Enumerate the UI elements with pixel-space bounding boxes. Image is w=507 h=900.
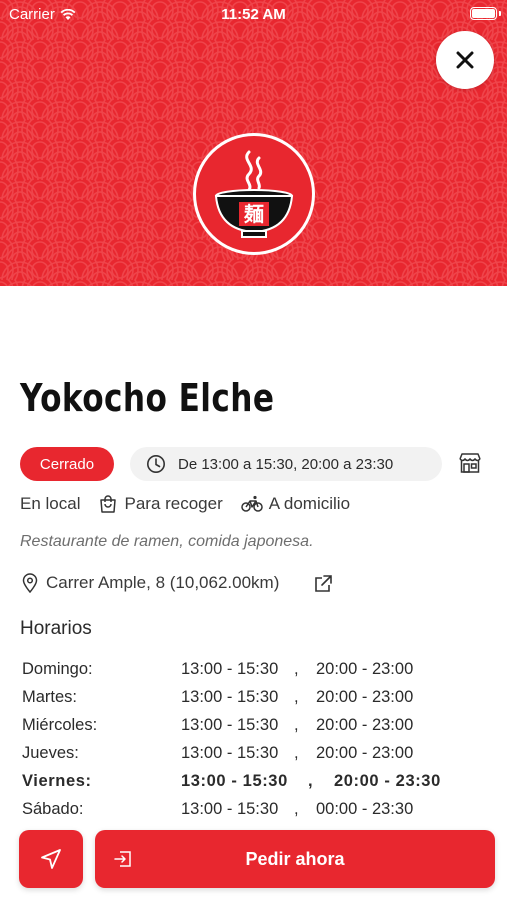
- shopping-bag-icon: [100, 495, 117, 513]
- schedule-separator: ,: [294, 716, 299, 734]
- schedule-day: Jueves:: [22, 744, 79, 762]
- schedule-row: Jueves: 13:00 - 15:30 , 20:00 - 23:00: [22, 741, 492, 769]
- schedule-row-today: Viernes: 13:00 - 15:30 , 20:00 - 23:30: [22, 769, 492, 797]
- order-now-label: Pedir ahora: [245, 848, 345, 869]
- schedule-time-2: 20:00 - 23:00: [316, 688, 414, 706]
- restaurant-name: Yokocho Elche: [20, 376, 275, 420]
- schedule-time-2: 00:00 - 23:30: [316, 800, 414, 818]
- service-label: Para recoger: [124, 494, 223, 513]
- status-badge: Cerrado: [20, 447, 114, 481]
- schedule-time-2: 20:00 - 23:00: [316, 744, 414, 762]
- schedule-day: Viernes:: [22, 772, 92, 790]
- restaurant-address[interactable]: Carrer Ample, 8 (10,062.00km): [22, 573, 279, 593]
- external-link-icon[interactable]: [313, 574, 333, 594]
- bicycle-icon: [241, 495, 263, 512]
- schedule-row: Miércoles: 13:00 - 15:30 , 20:00 - 23:00: [22, 713, 492, 741]
- hours-today-pill: De 13:00 a 15:30, 20:00 a 23:30: [130, 447, 442, 481]
- store-icon[interactable]: [458, 451, 482, 475]
- schedule-time-1: 13:00 - 15:30: [181, 744, 279, 762]
- service-options: En local Para recoger A domicilio: [20, 494, 368, 514]
- schedule-row: Sábado: 13:00 - 15:30 , 00:00 - 23:30: [22, 797, 492, 825]
- logo-glyph: 麺: [243, 202, 264, 226]
- schedule-day: Domingo:: [22, 660, 93, 678]
- directions-button[interactable]: [19, 830, 83, 888]
- navigation-arrow-icon: [41, 849, 61, 869]
- service-delivery: A domicilio: [241, 494, 350, 514]
- address-text: Carrer Ample, 8 (10,062.00km): [46, 573, 280, 592]
- schedule-separator: ,: [294, 800, 299, 818]
- schedule-day: Martes:: [22, 688, 78, 706]
- schedule-time-2: 20:00 - 23:30: [334, 772, 441, 790]
- schedule-day: Sábado:: [22, 800, 84, 818]
- close-icon: [456, 51, 474, 69]
- close-button[interactable]: [436, 31, 494, 89]
- status-time: 11:52 AM: [221, 6, 286, 23]
- schedule-time-1: 13:00 - 15:30: [181, 688, 279, 706]
- clock-icon: [147, 455, 165, 473]
- service-label: A domicilio: [268, 494, 351, 513]
- schedule-separator: ,: [294, 688, 299, 706]
- schedule-time-1: 13:00 - 15:30: [181, 716, 279, 734]
- schedule-separator: ,: [294, 744, 299, 762]
- hours-today-text: De 13:00 a 15:30, 20:00 a 23:30: [178, 455, 394, 473]
- location-pin-icon: [22, 573, 38, 593]
- service-pickup: Para recoger: [98, 494, 223, 514]
- header-banner: Carrier 11:52 AM 麺: [0, 0, 507, 286]
- schedule-table: Domingo: 13:00 - 15:30 , 20:00 - 23:00 M…: [22, 657, 492, 825]
- restaurant-logo: 麺: [193, 133, 315, 255]
- battery-icon: [470, 7, 497, 20]
- schedule-time-2: 20:00 - 23:00: [316, 716, 414, 734]
- schedule-row: Martes: 13:00 - 15:30 , 20:00 - 23:00: [22, 685, 492, 713]
- schedule-title: Horarios: [20, 618, 92, 639]
- order-now-button[interactable]: Pedir ahora: [95, 830, 495, 888]
- schedule-separator: ,: [294, 660, 299, 678]
- status-bar: Carrier 11:52 AM: [0, 0, 507, 28]
- schedule-separator: ,: [308, 772, 314, 790]
- login-icon: [114, 851, 131, 867]
- schedule-time-1: 13:00 - 15:30: [181, 772, 288, 790]
- service-label: En local: [20, 494, 81, 513]
- schedule-time-2: 20:00 - 23:00: [316, 660, 414, 678]
- schedule-day: Miércoles:: [22, 716, 98, 734]
- ramen-bowl-icon: 麺: [214, 150, 294, 238]
- schedule-time-1: 13:00 - 15:30: [181, 660, 279, 678]
- schedule-row: Domingo: 13:00 - 15:30 , 20:00 - 23:00: [22, 657, 492, 685]
- restaurant-description: Restaurante de ramen, comida japonesa.: [20, 533, 314, 550]
- schedule-time-1: 13:00 - 15:30: [181, 800, 279, 818]
- service-dine-in: En local: [20, 494, 80, 514]
